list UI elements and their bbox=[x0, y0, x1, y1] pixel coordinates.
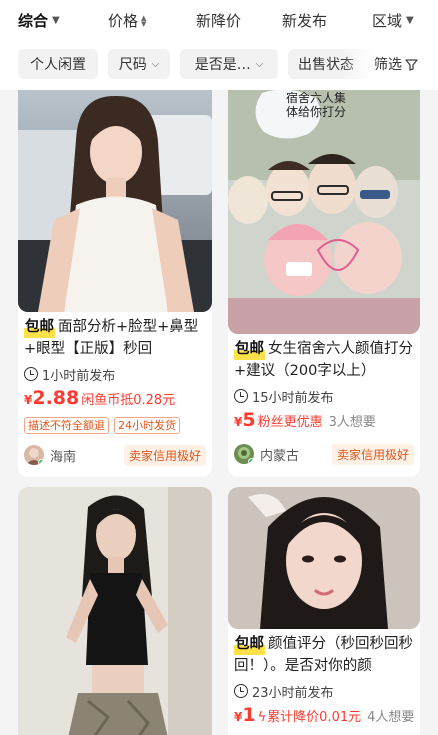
price-note: 累计降价0.01元 bbox=[267, 710, 362, 725]
service-tag: 描述不符全额退 bbox=[24, 417, 109, 434]
listing-card[interactable]: 宿舍六人集体给你打分 包邮 女生宿舍六人颜值打分+建议（200字以上） 15小时前… bbox=[228, 90, 420, 477]
filter-button-label: 筛选 bbox=[374, 57, 402, 73]
seller-location: 内蒙古 bbox=[260, 448, 300, 464]
price-note: 粉丝更优惠 bbox=[257, 415, 323, 430]
seller-location: 海南 bbox=[50, 449, 77, 465]
listing-image[interactable] bbox=[18, 90, 212, 312]
chip-label: 尺码 bbox=[118, 57, 147, 73]
service-tags: 描述不符全额退 24小时发货 bbox=[24, 417, 206, 434]
clock-icon bbox=[234, 389, 248, 403]
online-dot bbox=[248, 458, 254, 464]
clock-icon bbox=[24, 367, 38, 381]
sort-tab-newest[interactable]: 新发布 bbox=[282, 10, 327, 31]
avatar bbox=[24, 445, 44, 465]
sort-tab-comprehensive[interactable]: 综合 ▼ bbox=[18, 10, 60, 31]
publish-time-text: 15小时前发布 bbox=[252, 390, 334, 406]
credit-badge: 卖家信用极好 bbox=[331, 443, 414, 465]
online-dot bbox=[38, 459, 44, 465]
price-note: 闲鱼币抵0.28元 bbox=[81, 393, 176, 408]
publish-time: 23小时前发布 bbox=[234, 680, 414, 702]
sort-bar: 综合 ▼ 价格 ▲ ▼ 新降价 新发布 区域 ▼ bbox=[0, 0, 438, 40]
clock-icon bbox=[234, 684, 248, 698]
listing-body: 包邮 面部分析+脸型+鼻型+眼型【正版】秒回 1小时前发布 ¥ 2.88 闲鱼币抵… bbox=[18, 316, 212, 468]
product-photo bbox=[228, 90, 420, 334]
product-photo bbox=[228, 487, 420, 629]
product-photo bbox=[18, 487, 212, 735]
image-caption: 宿舍六人集体给你打分 bbox=[285, 91, 346, 119]
publish-time: 15小时前发布 bbox=[234, 385, 414, 407]
credit-badge: 卖家信用极好 bbox=[123, 444, 206, 466]
chevron-down-icon: ⌵ bbox=[151, 58, 160, 70]
free-shipping-badge: 包邮 bbox=[234, 338, 265, 360]
listing-card[interactable] bbox=[18, 487, 212, 735]
currency-symbol: ¥ bbox=[24, 393, 33, 407]
publish-time-text: 1小时前发布 bbox=[42, 368, 116, 384]
currency-symbol: ¥ bbox=[234, 415, 243, 429]
price-row: ¥ 2.88 闲鱼币抵0.28元 bbox=[24, 387, 206, 413]
sort-tab-label: 新降价 bbox=[196, 12, 242, 30]
seller-row[interactable]: 内蒙古 卖家信用极好 bbox=[234, 441, 414, 467]
free-shipping-badge: 包邮 bbox=[24, 316, 55, 338]
price-value: 5 bbox=[242, 409, 256, 431]
listing-card[interactable]: 包邮 颜值评分（秒回秒回秒回！）。是否对你的颜 23小时前发布 ¥ 1 ϟ 累计降… bbox=[228, 487, 420, 735]
listing-title-block: 包邮 面部分析+脸型+鼻型+眼型【正版】秒回 bbox=[24, 316, 206, 360]
sort-tab-label: 综合 bbox=[18, 12, 49, 30]
listing-card[interactable]: 包邮 面部分析+脸型+鼻型+眼型【正版】秒回 1小时前发布 ¥ 2.88 闲鱼币抵… bbox=[18, 90, 212, 477]
filter-chip-size[interactable]: 尺码 ⌵ bbox=[108, 49, 170, 79]
filter-icon bbox=[405, 58, 418, 71]
listing-body: 包邮 颜值评分（秒回秒回秒回！）。是否对你的颜 23小时前发布 ¥ 1 ϟ 累计降… bbox=[228, 633, 420, 730]
currency-symbol: ¥ bbox=[234, 710, 243, 724]
filter-bar: 个人闲置 尺码 ⌵ 是否是… ⌵ 出售状态 筛选 bbox=[0, 40, 438, 90]
listing-body: 包邮 女生宿舍六人颜值打分+建议（200字以上） 15小时前发布 ¥ 5 粉丝更优… bbox=[228, 338, 420, 467]
sort-tab-label: 区域 bbox=[372, 12, 403, 30]
listing-title-block: 包邮 颜值评分（秒回秒回秒回！）。是否对你的颜 bbox=[234, 633, 414, 677]
listing-image[interactable]: 宿舍六人集体给你打分 bbox=[228, 90, 420, 334]
want-count: 4人想要 bbox=[367, 710, 415, 725]
sort-tab-price-drop[interactable]: 新降价 bbox=[196, 10, 241, 31]
chevron-down-icon: ▼ bbox=[406, 15, 414, 26]
want-count: 3人想要 bbox=[328, 415, 376, 430]
publish-time: 1小时前发布 bbox=[24, 363, 206, 385]
chip-label: 个人闲置 bbox=[30, 57, 86, 73]
price-row: ¥ 5 粉丝更优惠 3人想要 bbox=[234, 409, 414, 435]
price-drop-icon: ϟ bbox=[257, 710, 267, 725]
filter-button[interactable]: 筛选 bbox=[374, 54, 418, 74]
price-row: ¥ 1 ϟ 累计降价0.01元 4人想要 bbox=[234, 704, 414, 730]
sort-updown-icon: ▲ ▼ bbox=[141, 13, 147, 28]
sort-tab-region[interactable]: 区域 ▼ bbox=[372, 10, 414, 31]
listing-image[interactable] bbox=[18, 487, 212, 735]
avatar bbox=[234, 444, 254, 464]
price-value: 2.88 bbox=[32, 387, 80, 409]
chevron-down-icon: ▼ bbox=[52, 15, 60, 26]
chip-label: 是否是… bbox=[194, 57, 251, 73]
product-photo bbox=[18, 90, 212, 312]
sort-tab-label: 价格 bbox=[108, 12, 139, 30]
listing-title-block: 包邮 女生宿舍六人颜值打分+建议（200字以上） bbox=[234, 338, 414, 382]
free-shipping-badge: 包邮 bbox=[234, 633, 265, 655]
chevron-down-icon: ⌵ bbox=[255, 58, 264, 70]
service-tag: 24小时发货 bbox=[114, 417, 180, 434]
filter-chip-personal-idle[interactable]: 个人闲置 bbox=[18, 49, 98, 79]
filter-chip-is-it[interactable]: 是否是… ⌵ bbox=[180, 49, 278, 79]
publish-time-text: 23小时前发布 bbox=[252, 685, 334, 701]
listing-image[interactable] bbox=[228, 487, 420, 629]
price-value: 1 bbox=[242, 704, 256, 726]
chip-fade bbox=[342, 49, 372, 79]
sort-tab-label: 新发布 bbox=[282, 12, 328, 30]
seller-row[interactable]: 海南 卖家信用极好 bbox=[24, 442, 206, 468]
sort-tab-price[interactable]: 价格 ▲ ▼ bbox=[108, 10, 146, 31]
